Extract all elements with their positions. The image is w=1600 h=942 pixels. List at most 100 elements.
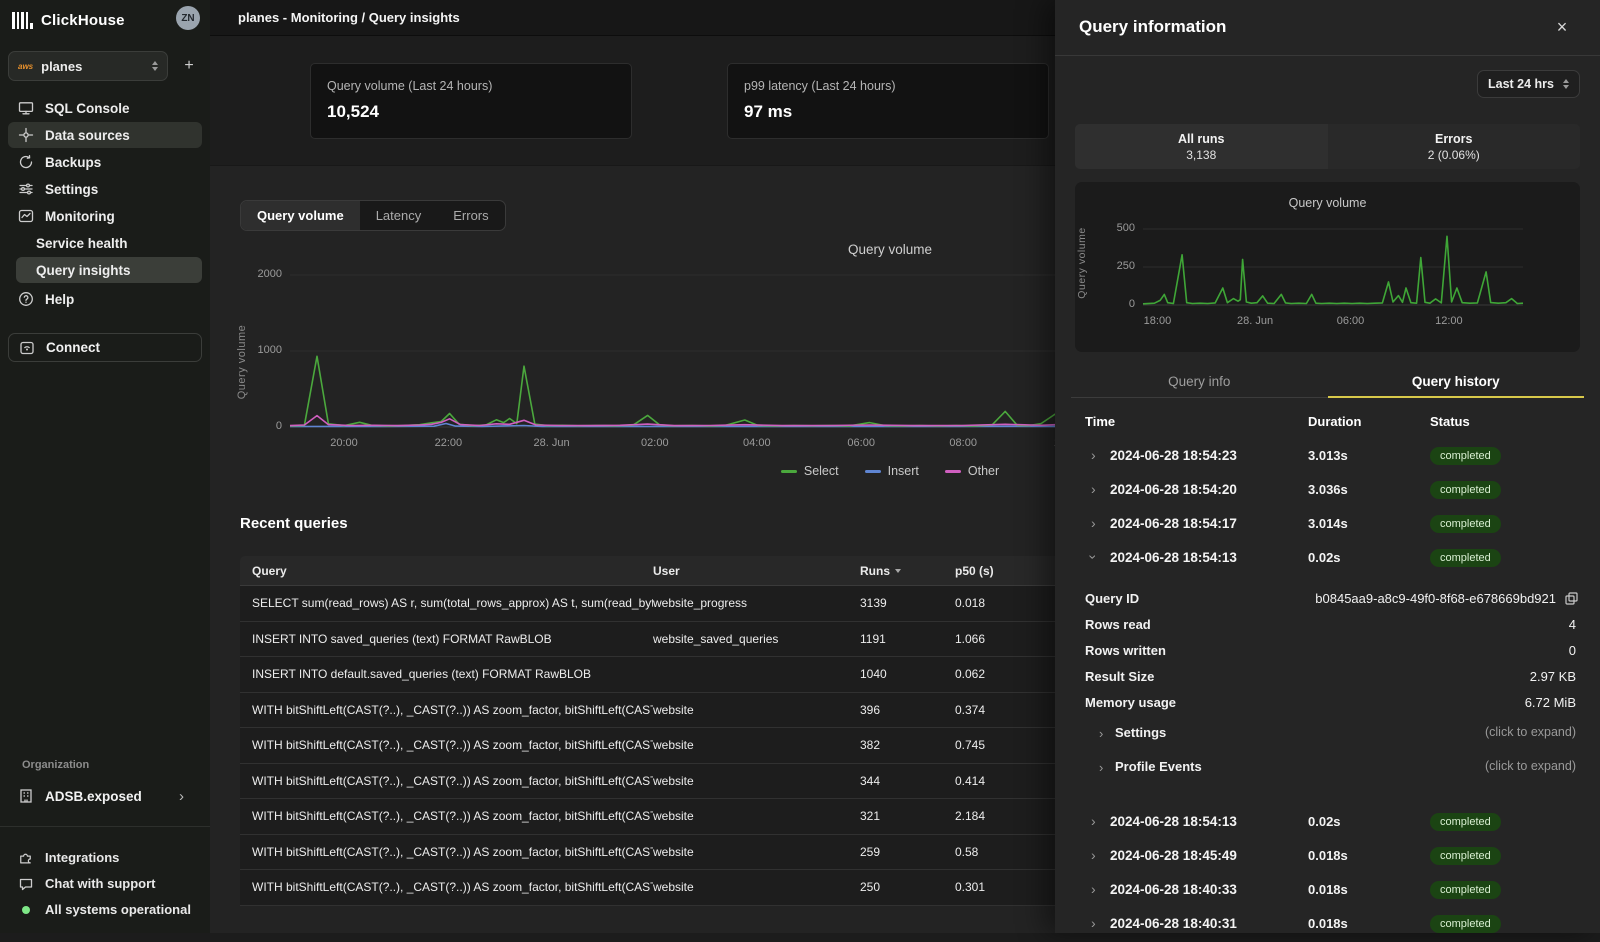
- tab-query-history[interactable]: Query history: [1328, 366, 1585, 397]
- sidebar-item-data-sources[interactable]: Data sources: [8, 122, 202, 148]
- col-runs[interactable]: Runs: [860, 564, 955, 578]
- panel-tab-group: Query info Query history: [1071, 366, 1584, 398]
- system-status[interactable]: All systems operational: [8, 897, 202, 922]
- history-row[interactable]: ›2024-06-28 18:54:130.02scompleted: [1055, 806, 1600, 840]
- query-info-panel: Query information × Last 24 hrs All runs…: [1055, 0, 1600, 933]
- y-tick-label: 0: [1093, 298, 1135, 310]
- brand-name: ClickHouse: [41, 12, 125, 29]
- add-service-button[interactable]: +: [178, 53, 200, 79]
- sidebar-item-backups[interactable]: Backups: [8, 149, 202, 175]
- col-user[interactable]: User: [653, 564, 860, 578]
- panel-title: Query information: [1079, 17, 1226, 37]
- connect-button[interactable]: Connect: [8, 333, 202, 362]
- chevron-right-icon[interactable]: ›: [1091, 848, 1096, 862]
- history-row[interactable]: ›2024-06-28 18:45:490.018scompleted: [1055, 840, 1600, 874]
- organization-switcher[interactable]: ADSB.exposed: [8, 783, 202, 809]
- cell-query: WITH bitShiftLeft(CAST(?..), _CAST(?..))…: [240, 809, 653, 823]
- cell-p50: 0.018: [955, 596, 1055, 610]
- table-row[interactable]: INSERT INTO saved_queries (text) FORMAT …: [240, 622, 1055, 658]
- clickhouse-logo-icon: [12, 12, 33, 29]
- tab-query-volume[interactable]: Query volume: [241, 201, 360, 230]
- history-row[interactable]: ›2024-06-28 18:54:173.014scompleted: [1055, 508, 1600, 542]
- sidebar-item-integrations[interactable]: Integrations: [8, 845, 202, 870]
- stat-band: Query volume (Last 24 hours) 10,524 p99 …: [210, 36, 1055, 166]
- table-row[interactable]: SELECT sum(read_rows) AS r, sum(total_ro…: [240, 586, 1055, 622]
- detail-row: Result Size2.97 KB: [1055, 664, 1600, 690]
- table-row[interactable]: WITH bitShiftLeft(CAST(?..), _CAST(?..))…: [240, 835, 1055, 871]
- history-row[interactable]: ›2024-06-28 18:54:203.036scompleted: [1055, 474, 1600, 508]
- chevron-updown-icon: [152, 61, 158, 71]
- x-tick-label: 22:00: [420, 437, 476, 449]
- time-range-select[interactable]: Last 24 hrs: [1477, 70, 1580, 98]
- puzzle-icon: [18, 850, 34, 866]
- y-tick-label: 500: [1093, 222, 1135, 234]
- monitor-icon: [18, 100, 34, 116]
- detail-value: 6.72 MiB: [1525, 695, 1576, 710]
- detail-row: Query IDb0845aa9-a8c9-49f0-8f68-e678669b…: [1055, 586, 1600, 612]
- sidebar-item-help[interactable]: Help: [8, 286, 202, 312]
- run-duration: 0.018s: [1308, 916, 1348, 931]
- segment-all-runs[interactable]: All runs 3,138: [1075, 124, 1328, 169]
- history-row[interactable]: ›2024-06-28 18:40:330.018scompleted: [1055, 874, 1600, 908]
- cell-runs: 344: [860, 774, 955, 788]
- service-selector[interactable]: aws planes: [8, 51, 168, 81]
- table-body: SELECT sum(read_rows) AS r, sum(total_ro…: [240, 586, 1055, 906]
- history-row[interactable]: ›2024-06-28 18:54:130.02scompleted: [1055, 542, 1600, 576]
- chevron-right-icon[interactable]: ›: [1091, 448, 1096, 462]
- legend-item-other[interactable]: Other: [945, 464, 999, 478]
- chevron-right-icon: ›: [179, 783, 184, 809]
- panel-query-volume-chart: Query volume Query volume 025050018:0028…: [1075, 182, 1580, 352]
- legend-label: Insert: [888, 464, 919, 478]
- x-tick-label: 06:00: [833, 437, 889, 449]
- chevron-right-icon[interactable]: ›: [1091, 516, 1096, 530]
- cell-user: website: [653, 738, 860, 752]
- backups-icon: [18, 154, 34, 170]
- cell-p50: 0.301: [955, 880, 1055, 894]
- table-row[interactable]: WITH bitShiftLeft(CAST(?..), _CAST(?..))…: [240, 799, 1055, 835]
- chevron-right-icon[interactable]: ›: [1091, 482, 1096, 496]
- history-row[interactable]: ›2024-06-28 18:40:310.018scompleted: [1055, 908, 1600, 942]
- footer-label: Integrations: [45, 850, 119, 865]
- detail-row: Memory usage6.72 MiB: [1055, 690, 1600, 716]
- sidebar-item-query-insights[interactable]: Query insights: [16, 257, 202, 283]
- chevron-right-icon[interactable]: ›: [1091, 916, 1096, 930]
- sidebar-item-settings[interactable]: Settings: [8, 176, 202, 202]
- table-row[interactable]: INSERT INTO default.saved_queries (text)…: [240, 657, 1055, 693]
- tab-errors[interactable]: Errors: [437, 201, 504, 230]
- detail-expander[interactable]: ›Profile Events(click to expand): [1055, 753, 1600, 784]
- table-row[interactable]: WITH bitShiftLeft(CAST(?..), _CAST(?..))…: [240, 764, 1055, 800]
- cell-p50: 0.062: [955, 667, 1055, 681]
- legend-item-insert[interactable]: Insert: [865, 464, 919, 478]
- history-row[interactable]: ›2024-06-28 18:54:233.013scompleted: [1055, 440, 1600, 474]
- chevron-right-icon[interactable]: ›: [1091, 882, 1096, 896]
- close-icon[interactable]: ×: [1550, 15, 1574, 39]
- col-query[interactable]: Query: [240, 564, 653, 578]
- copy-icon[interactable]: [1565, 592, 1578, 610]
- series-query-volume: [1143, 236, 1523, 303]
- table-row[interactable]: WITH bitShiftLeft(CAST(?..), _CAST(?..))…: [240, 870, 1055, 906]
- chevron-right-icon[interactable]: ›: [1086, 555, 1100, 560]
- sidebar-item-chat-support[interactable]: Chat with support: [8, 871, 202, 896]
- sliders-icon: [18, 181, 34, 197]
- status-badge: completed: [1430, 481, 1501, 499]
- segment-errors[interactable]: Errors 2 (0.06%): [1328, 124, 1581, 169]
- tab-latency[interactable]: Latency: [360, 201, 438, 230]
- sidebar-item-monitoring[interactable]: Monitoring: [8, 203, 202, 229]
- col-p50[interactable]: p50 (s): [955, 564, 1055, 578]
- cell-runs: 1191: [860, 632, 955, 646]
- run-duration: 0.02s: [1308, 550, 1341, 565]
- cell-user: website: [653, 845, 860, 859]
- run-time: 2024-06-28 18:54:13: [1110, 814, 1237, 829]
- table-row[interactable]: WITH bitShiftLeft(CAST(?..), _CAST(?..))…: [240, 693, 1055, 729]
- legend-item-select[interactable]: Select: [781, 464, 839, 478]
- chart-title: Query volume: [1075, 196, 1580, 210]
- chevron-right-icon[interactable]: ›: [1091, 814, 1096, 828]
- user-avatar[interactable]: ZN: [176, 6, 200, 30]
- tab-query-info[interactable]: Query info: [1071, 366, 1328, 397]
- detail-expander[interactable]: ›Settings(click to expand): [1055, 719, 1600, 750]
- cell-query: SELECT sum(read_rows) AS r, sum(total_ro…: [240, 596, 653, 610]
- sidebar-item-service-health[interactable]: Service health: [8, 230, 202, 256]
- cell-runs: 382: [860, 738, 955, 752]
- sidebar-item-sql-console[interactable]: SQL Console: [8, 95, 202, 121]
- table-row[interactable]: WITH bitShiftLeft(CAST(?..), _CAST(?..))…: [240, 728, 1055, 764]
